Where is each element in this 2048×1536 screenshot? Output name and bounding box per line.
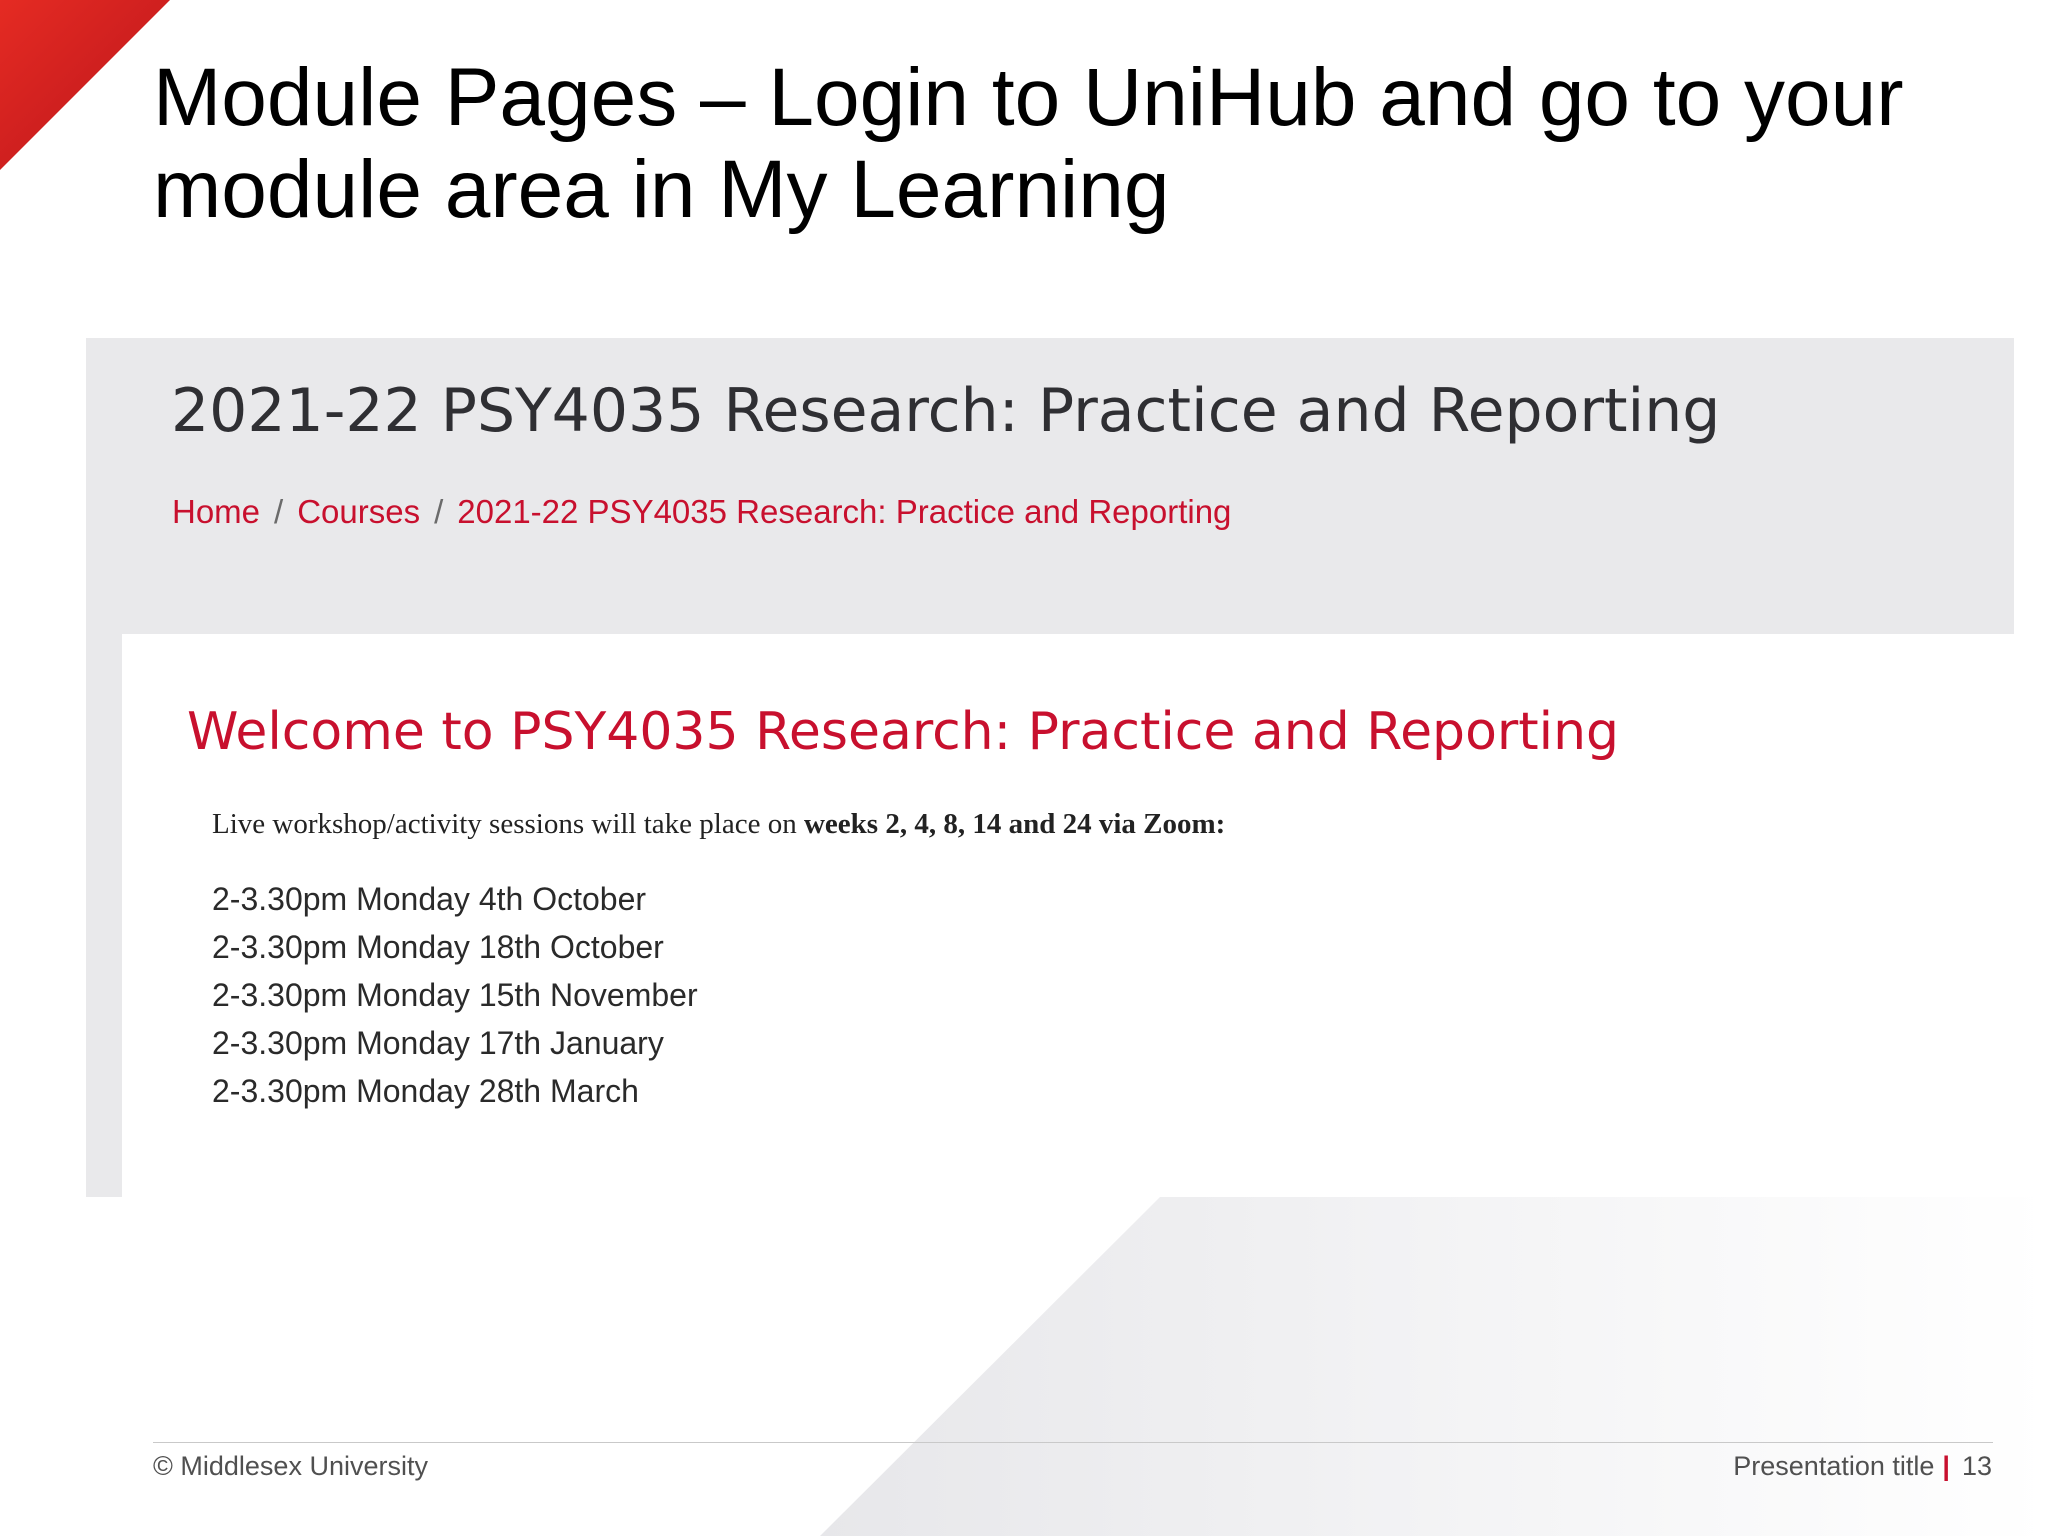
session-item: 2-3.30pm Monday 17th January: [212, 1025, 664, 1061]
footer-divider: |: [1942, 1451, 1950, 1481]
sessions-intro: Live workshop/activity sessions will tak…: [212, 808, 1225, 841]
session-item: 2-3.30pm Monday 4th October: [212, 881, 647, 917]
slide-title-line-2: module area in My Learning: [153, 144, 1170, 235]
slide-title: Module Pages – Login to UniHub and go to…: [153, 52, 2013, 236]
sessions-intro-text: Live workshop/activity sessions will tak…: [212, 808, 804, 840]
footer-meta: Presentation title | 13: [1733, 1451, 1992, 1482]
sessions-intro-bold: weeks 2, 4, 8, 14 and 24 via Zoom:: [803, 808, 1226, 840]
corner-accent-shape: [0, 0, 170, 170]
session-list: 2-3.30pm Monday 4th October 2-3.30pm Mon…: [212, 875, 698, 1115]
footer-copyright: © Middlesex University: [153, 1451, 428, 1481]
session-item: 2-3.30pm Monday 18th October: [212, 929, 664, 965]
breadcrumb: Home / Courses / 2021-22 PSY4035 Research: P…: [172, 493, 1231, 531]
footer-page-number: 13: [1961, 1451, 1992, 1481]
breadcrumb-courses-link[interactable]: Courses: [297, 493, 420, 530]
breadcrumb-course-link[interactable]: 2021-22 PSY4035 Research: Practice and R…: [457, 493, 1231, 530]
session-item: 2-3.30pm Monday 15th November: [212, 977, 698, 1013]
course-title: 2021-22 PSY4035 Research: Practice and R…: [171, 376, 1721, 446]
breadcrumb-home-link[interactable]: Home: [172, 493, 260, 530]
breadcrumb-separator: /: [434, 493, 444, 530]
footer-divider-line: [153, 1442, 1993, 1443]
session-item: 2-3.30pm Monday 28th March: [212, 1073, 639, 1109]
course-content-card: Welcome to PSY4035 Research: Practice an…: [122, 634, 2014, 1197]
welcome-heading: Welcome to PSY4035 Research: Practice an…: [187, 702, 1620, 762]
module-page-screenshot: 2021-22 PSY4035 Research: Practice and R…: [86, 338, 2014, 1197]
breadcrumb-separator: /: [274, 493, 284, 530]
footer-presentation-title: Presentation title: [1733, 1451, 1935, 1481]
slide-title-line-1: Module Pages – Login to UniHub and go to…: [153, 52, 1904, 143]
